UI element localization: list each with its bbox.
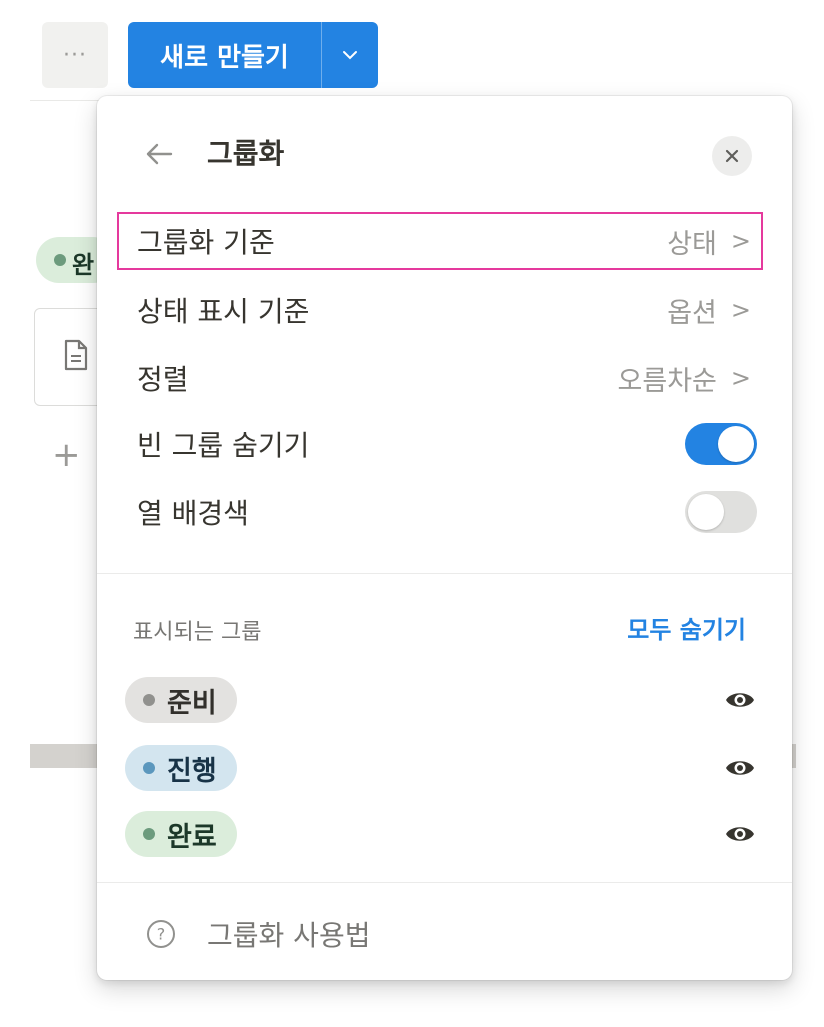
row-label: 빈 그룹 숨기기 <box>137 429 310 462</box>
status-display-row[interactable]: 상태 표시 기준 옵션 > <box>119 283 761 337</box>
hide-empty-groups-toggle[interactable] <box>685 423 757 465</box>
status-dot <box>143 694 155 706</box>
section-divider <box>97 882 792 883</box>
close-icon <box>725 149 739 163</box>
column-background-row[interactable]: 열 배경색 <box>119 485 761 539</box>
group-by-menu: 그룹화 그룹화 기준 상태 > 상태 표시 기준 옵션 > 정렬 오름차순 > … <box>97 96 792 980</box>
row-value-text: 상태 <box>667 228 717 260</box>
column-background-toggle[interactable] <box>685 491 757 533</box>
chevron-right-icon: > <box>730 227 751 255</box>
group-name: 완료 <box>167 821 217 853</box>
row-label: 정렬 <box>137 363 189 396</box>
group-help-link[interactable]: 그룹화 사용법 <box>207 914 370 954</box>
chevron-right-icon: > <box>730 364 751 392</box>
eye-icon[interactable] <box>725 757 755 779</box>
group-chip: 준비 <box>125 677 237 723</box>
scrollbar-track <box>30 744 100 768</box>
board-status-label: 완 <box>72 251 95 279</box>
toggle-knob <box>688 494 724 530</box>
group-by-property-row[interactable]: 그룹화 기준 상태 > <box>117 212 763 270</box>
row-value-text: 옵션 <box>667 297 717 329</box>
help-circle-icon: ? <box>147 920 175 948</box>
document-icon <box>64 339 88 371</box>
close-button[interactable] <box>712 136 752 176</box>
group-item-in-progress[interactable]: 진행 <box>125 744 755 792</box>
menu-header: 그룹화 <box>97 96 792 216</box>
row-label: 열 배경색 <box>137 497 249 530</box>
chevron-right-icon: > <box>730 296 751 324</box>
hide-all-button[interactable]: 모두 숨기기 <box>627 610 746 645</box>
group-name: 진행 <box>167 755 217 787</box>
row-value-text: 오름차순 <box>617 365 717 397</box>
svg-text:?: ? <box>157 925 166 944</box>
group-item-done[interactable]: 완료 <box>125 810 755 858</box>
row-value: 오름차순 > <box>618 359 761 398</box>
more-options-button[interactable]: ··· <box>42 22 108 88</box>
menu-title: 그룹화 <box>207 137 285 170</box>
eye-icon[interactable] <box>725 823 755 845</box>
visible-groups-heading: 표시되는 그룹 <box>133 620 262 645</box>
status-dot <box>54 254 66 266</box>
new-dropdown-button[interactable] <box>322 22 378 88</box>
group-item-ready[interactable]: 준비 <box>125 676 755 724</box>
sort-row[interactable]: 정렬 오름차순 > <box>119 351 761 405</box>
add-card-plus-icon[interactable]: + <box>52 438 81 472</box>
new-button[interactable]: 새로 만들기 <box>128 22 322 88</box>
row-label: 상태 표시 기준 <box>137 295 310 328</box>
chevron-down-icon <box>343 51 357 60</box>
toggle-knob <box>718 426 754 462</box>
status-dot <box>143 762 155 774</box>
hide-empty-groups-row[interactable]: 빈 그룹 숨기기 <box>119 417 761 471</box>
back-arrow-icon[interactable] <box>141 136 177 172</box>
group-chip: 진행 <box>125 745 237 791</box>
new-button-group: 새로 만들기 <box>128 22 378 88</box>
section-divider <box>97 573 792 574</box>
row-value: 옵션 > <box>667 291 761 330</box>
status-dot <box>143 828 155 840</box>
group-chip: 완료 <box>125 811 237 857</box>
row-label: 그룹화 기준 <box>137 226 275 259</box>
eye-icon[interactable] <box>725 689 755 711</box>
group-name: 준비 <box>167 687 217 719</box>
divider-line <box>30 100 100 101</box>
row-value: 상태 > <box>667 222 761 261</box>
